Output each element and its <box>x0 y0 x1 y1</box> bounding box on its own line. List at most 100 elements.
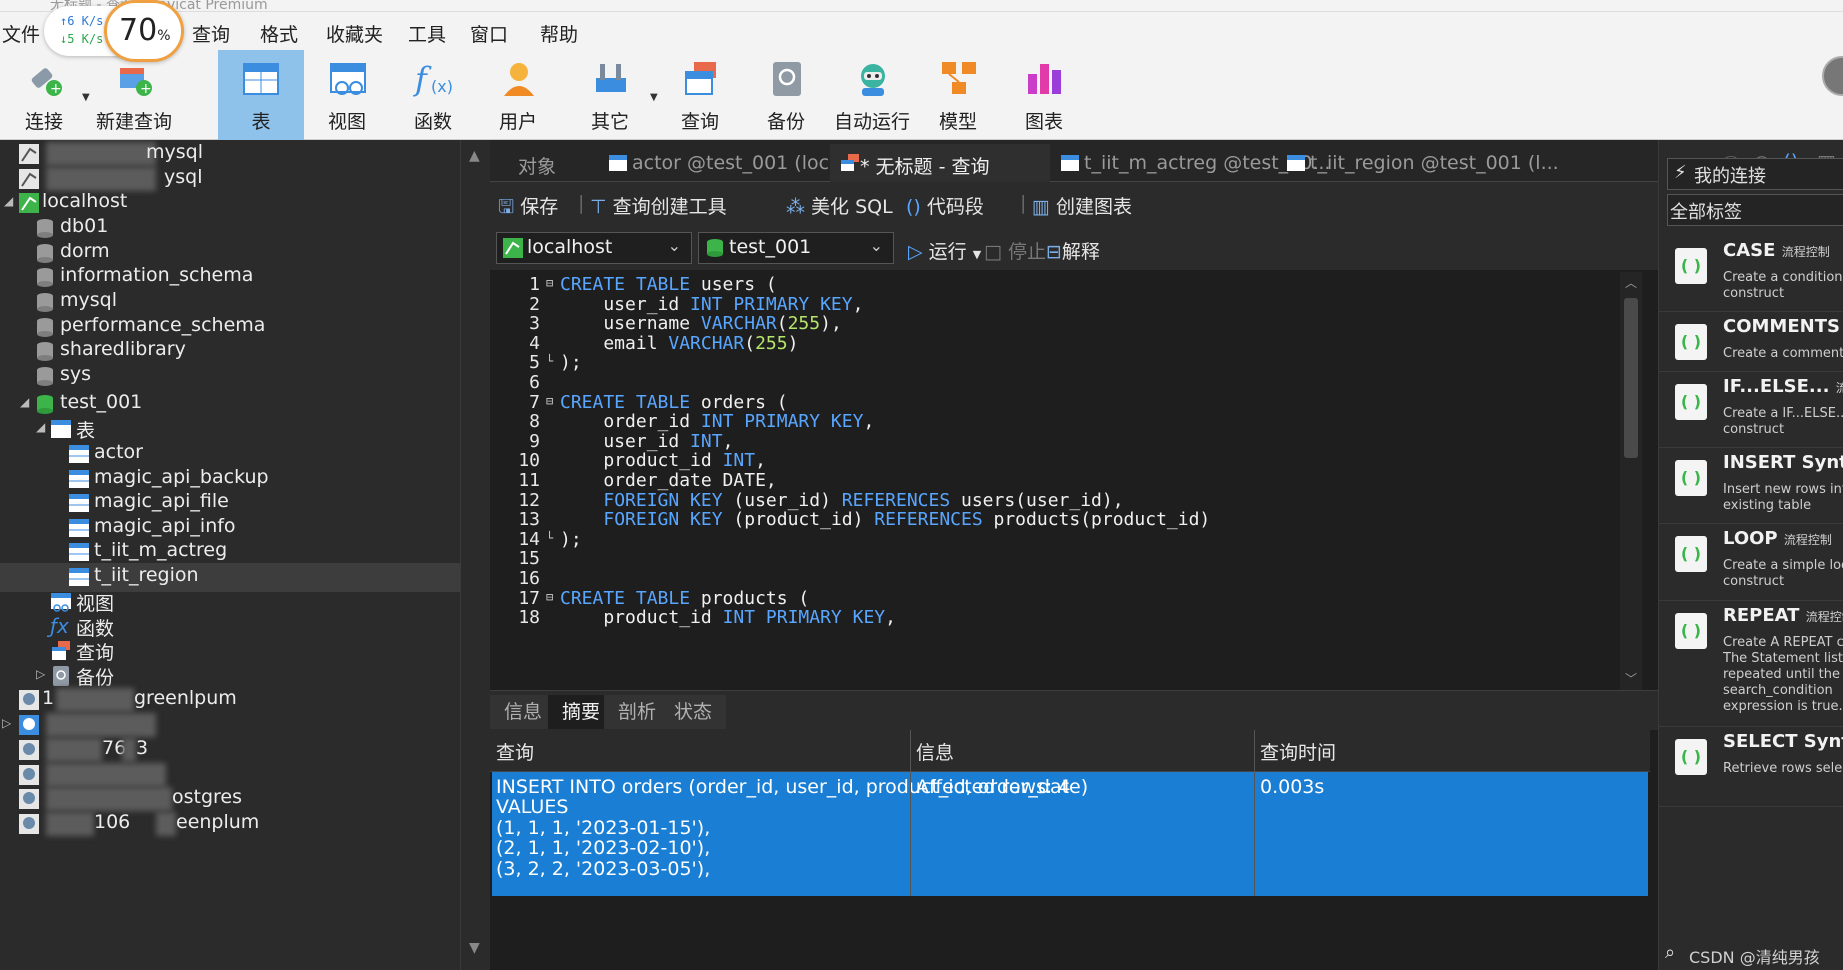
code-snippet-button[interactable]: () 代码段 <box>906 192 984 219</box>
result-query-line: (2, 1, 1, '2023-02-10'), <box>496 837 711 859</box>
stop-button[interactable]: □ 停止 <box>984 237 1046 264</box>
my-connection-box[interactable]: ⚡ 我的连接 <box>1667 158 1843 190</box>
all-tags-label: 全部标签 <box>1670 202 1742 223</box>
beautify-sql-button[interactable]: ⁂ 美化 SQL <box>786 192 893 219</box>
scroll-up-icon[interactable]: ︿ <box>1625 274 1637 291</box>
tab-untitled-query[interactable]: * 无标题 - 查询 <box>830 144 1050 182</box>
result-tab-info[interactable]: 信息 <box>490 695 557 729</box>
tree-database[interactable]: sys <box>0 362 460 391</box>
toolbar-chart-button[interactable]: 图表 <box>994 50 1094 140</box>
editor-scrollbar[interactable]: ︿ ﹀ <box>1620 272 1642 690</box>
tab-t-iit-region[interactable]: t_iit_region @test_001 (l... <box>1276 144 1559 182</box>
connection-tree: mysql ysql ◢ localhost db01 dorm informati… <box>0 140 460 970</box>
menu-tools[interactable]: 工具 <box>408 20 446 47</box>
result-tab-status[interactable]: 状态 <box>660 695 727 729</box>
toolbar-user-button[interactable]: 用户 <box>468 50 568 140</box>
database-select[interactable]: test_001 ⌄ <box>698 232 894 264</box>
toolbar-new-query-button[interactable]: + 新建查询 <box>84 50 184 140</box>
menu-query[interactable]: 查询 <box>192 20 230 47</box>
menu-favorites[interactable]: 收藏夹 <box>326 20 383 47</box>
snippet-item[interactable]: ( ) COMMENTS Create a comment <box>1659 312 1843 372</box>
plug-icon: ⚡ <box>1674 162 1687 183</box>
snippet-item[interactable]: ( ) SELECT Syntax Retrieve rows select <box>1659 727 1843 807</box>
menu-help[interactable]: 帮助 <box>540 20 578 47</box>
redacted-text <box>122 738 136 762</box>
sql-editor[interactable]: 1 ⊟ CREATE TABLE users (2 user_id INT PRIM… <box>490 272 1658 690</box>
collapse-arrow-icon[interactable]: ▷ <box>2 716 11 730</box>
sql-number: 255 <box>787 313 821 335</box>
scrollbar-thumb[interactable] <box>1624 298 1638 458</box>
sql-keyword: REFERENCES <box>841 489 951 511</box>
sql-keyword: INT PRIMARY KEY <box>690 293 853 315</box>
backup-group-icon <box>53 666 69 686</box>
snippet-item[interactable]: ( ) REPEAT 流程控制 Create A REPEAT coThe Stat… <box>1659 601 1843 727</box>
panel-search[interactable]: ⌕ CSDN @清纯男孩 <box>1659 940 1843 970</box>
query-builder-button[interactable]: ⊤ 查询创建工具 <box>590 192 727 219</box>
toolbar-autorun-label: 自动运行 <box>833 111 910 133</box>
run-button[interactable]: ▷ 运行 ▼ <box>908 237 981 264</box>
scroll-up-icon[interactable]: ▲ <box>469 148 480 164</box>
memory-percent-badge[interactable]: 70% <box>104 0 184 62</box>
toolbar-backup-button[interactable]: 备份 <box>736 50 836 140</box>
tab-actor[interactable]: actor @test_001 (localh... <box>598 144 876 182</box>
toolbar-view-button[interactable]: 视图 <box>297 50 397 140</box>
menu-file[interactable]: 文件 <box>2 20 40 47</box>
snippet-braces-icon: ( ) <box>1675 384 1707 420</box>
menu-format[interactable]: 格式 <box>260 20 298 47</box>
tab-label: t_iit_region @test_001 (l... <box>1310 152 1559 174</box>
sql-text: ), <box>820 313 842 335</box>
snippet-item[interactable]: ( ) CASE 流程控制 Create a conditional construc… <box>1659 236 1843 312</box>
fold-toggle-icon[interactable]: ⊟ <box>546 591 556 603</box>
snippet-item[interactable]: ( ) IF...ELSE... 流程控制 Create a IF...ELSE..… <box>1659 372 1843 448</box>
create-chart-button[interactable]: ▥ 创建图表 <box>1032 192 1132 219</box>
code-line[interactable]: 18 product_id INT PRIMARY KEY, <box>490 607 1620 630</box>
query-icon <box>841 154 859 171</box>
fold-toggle-icon[interactable]: ⊟ <box>546 277 556 289</box>
column-header-query[interactable]: 查询 <box>496 738 534 765</box>
scroll-down-icon[interactable]: ﹀ <box>1625 670 1637 687</box>
fold-toggle-icon[interactable]: ⊟ <box>546 395 556 407</box>
tree-connection-greenplum-2[interactable]: 106 eenplum <box>0 810 460 839</box>
result-query-line: (3, 2, 2, '2023-03-05'), <box>496 858 711 880</box>
toolbar-query-button[interactable]: 查询 <box>650 50 750 140</box>
snippet-panel: ⓘ ◉ () ▦ ⚡ 我的连接 全部标签 ( )CASE 流程控制Create … <box>1658 140 1843 970</box>
main-toolbar: + 连接 ▼ + 新建查询 表 视图 f (x) 函数 用户 其它 ▼ 查询 备… <box>0 50 1843 140</box>
search-icon[interactable]: ⌕ <box>1665 942 1675 963</box>
column-header-info[interactable]: 信息 <box>916 738 954 765</box>
expand-arrow-icon[interactable]: ◢ <box>36 420 45 434</box>
expand-arrow-icon[interactable]: ◢ <box>20 395 29 409</box>
tree-label: sharedlibrary <box>60 338 186 360</box>
tree-scrollbar[interactable]: ▲ ▼ <box>460 140 490 970</box>
code-snippet-label: 代码段 <box>926 196 984 218</box>
connection-select[interactable]: localhost ⌄ <box>496 232 692 264</box>
tools-icon <box>596 64 626 92</box>
explain-button[interactable]: ⊟解释 <box>1046 237 1100 264</box>
toolbar-model-button[interactable]: 模型 <box>908 50 1008 140</box>
run-dropdown-icon[interactable]: ▼ <box>973 248 981 261</box>
snippet-item[interactable]: ( ) INSERT Syntax Insert new rows intoexi… <box>1659 448 1843 524</box>
toolbar-table-button[interactable]: 表 <box>218 50 304 140</box>
tree-label: sys <box>60 363 92 385</box>
scroll-down-icon[interactable]: ▼ <box>469 940 480 956</box>
menu-window[interactable]: 窗口 <box>470 20 508 47</box>
snippet-item[interactable]: ( ) LOOP 流程控制 Create a simple loopconstruc… <box>1659 524 1843 601</box>
query-icon <box>685 62 716 95</box>
sql-text: users ( <box>690 274 777 295</box>
save-button[interactable]: 🖫 保存 <box>498 192 558 225</box>
all-tags-select[interactable]: 全部标签 <box>1667 194 1843 226</box>
expand-arrow-icon[interactable]: ◢ <box>4 194 13 208</box>
tab-t-iit-m-actreg[interactable]: t_iit_m_actreg @test_00... <box>1050 144 1330 182</box>
toolbar-connect-button[interactable]: + 连接 <box>0 50 94 140</box>
tab-objects[interactable]: 对象 <box>504 144 584 182</box>
collapse-arrow-icon[interactable]: ▷ <box>36 667 45 681</box>
tree-label: ysql <box>164 166 203 188</box>
result-info: Affected rows: 4 <box>916 776 1071 798</box>
toolbar-other-button[interactable]: 其它 <box>560 50 660 140</box>
column-header-time[interactable]: 查询时间 <box>1260 738 1336 765</box>
sql-text: ) <box>787 332 799 354</box>
table-row[interactable]: INSERT INTO orders (order_id, user_id, p… <box>492 772 1648 896</box>
toolbar-autorun-button[interactable]: 自动运行 <box>822 50 922 140</box>
result-time: 0.003s <box>1260 776 1325 798</box>
mysql-connection-icon <box>503 238 523 258</box>
